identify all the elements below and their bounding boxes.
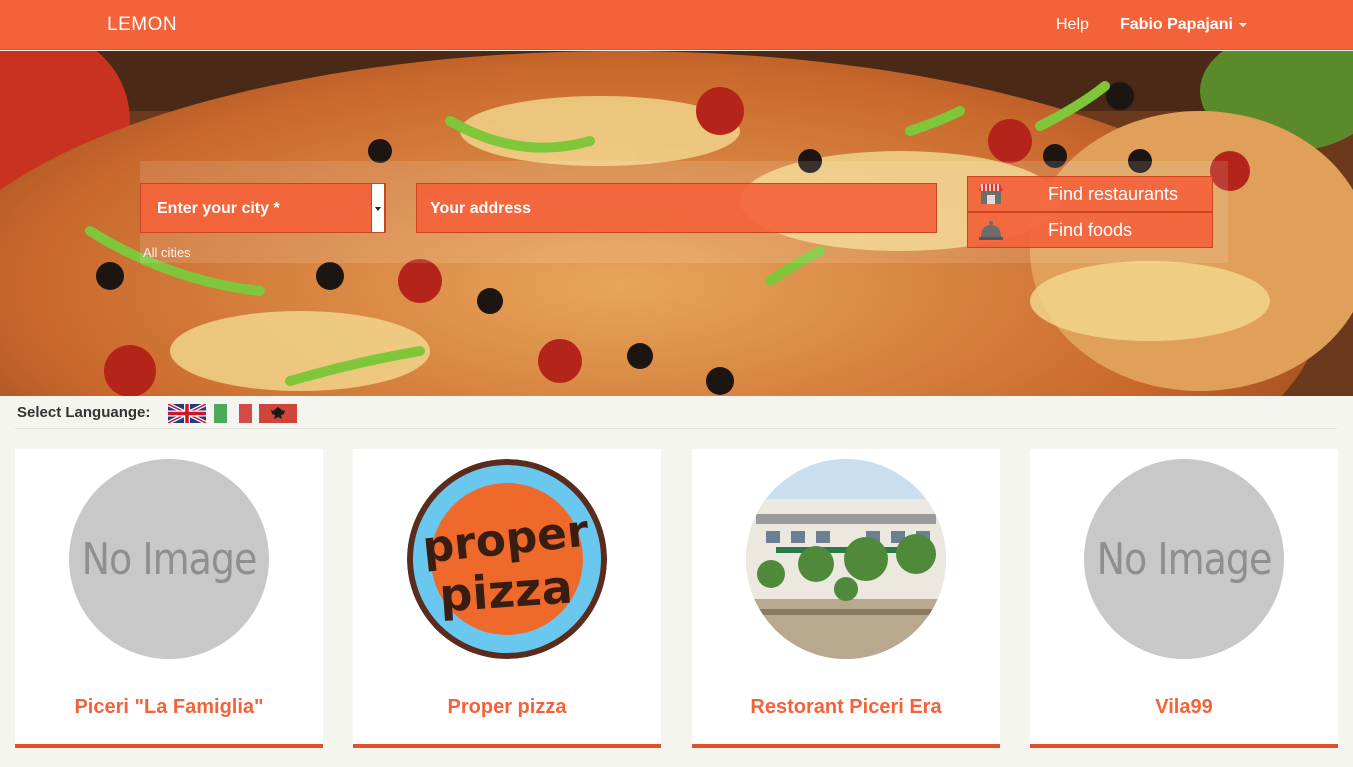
language-label: Select Languange: — [17, 404, 151, 421]
chevron-down-icon — [1238, 22, 1247, 27]
restaurant-building-photo — [746, 459, 946, 659]
svg-text:pizza: pizza — [438, 559, 575, 622]
storefront-icon — [978, 182, 1004, 211]
restaurant-name[interactable]: Piceri "La Famiglia" — [15, 696, 323, 719]
find-restaurants-button[interactable]: Find restaurants — [967, 176, 1213, 212]
restaurant-card[interactable]: No Image Vila99 — [1030, 449, 1338, 748]
user-menu[interactable]: Fabio Papajani — [1120, 16, 1247, 34]
restaurant-name[interactable]: Proper pizza — [353, 696, 661, 719]
top-navbar: LEMON Help Fabio Papajani — [0, 0, 1353, 50]
hero-banner: Enter your city * All cities Your addres… — [0, 51, 1353, 396]
city-select[interactable]: Enter your city * — [140, 183, 386, 233]
find-foods-label: Find foods — [1048, 220, 1133, 240]
proper-pizza-logo: proper pizza — [407, 459, 607, 659]
all-cities-hint: All cities — [143, 245, 191, 260]
flag-albania-icon[interactable] — [259, 404, 297, 423]
brand-logo[interactable]: LEMON — [107, 14, 177, 36]
food-cloche-icon — [978, 218, 1004, 247]
address-input[interactable]: Your address — [416, 183, 937, 233]
city-dropdown-toggle[interactable] — [371, 183, 385, 233]
restaurant-name[interactable]: Restorant Piceri Era — [692, 696, 1000, 719]
divider — [15, 428, 1337, 429]
flag-uk-icon[interactable] — [168, 404, 206, 423]
search-panel: Enter your city * All cities Your addres… — [140, 161, 1228, 263]
user-name: Fabio Papajani — [1120, 16, 1233, 33]
find-restaurants-label: Find restaurants — [1048, 184, 1179, 204]
no-image-placeholder: No Image — [69, 459, 269, 659]
flag-italy-icon[interactable] — [214, 404, 252, 423]
restaurant-card[interactable]: No Image Piceri "La Famiglia" — [15, 449, 323, 748]
no-image-placeholder: No Image — [1084, 459, 1284, 659]
help-link[interactable]: Help — [1056, 16, 1089, 34]
restaurant-name[interactable]: Vila99 — [1030, 696, 1338, 719]
find-foods-button[interactable]: Find foods — [967, 212, 1213, 248]
restaurant-card[interactable]: proper pizza Proper pizza — [353, 449, 661, 748]
restaurant-card[interactable]: Restorant Piceri Era — [692, 449, 1000, 748]
